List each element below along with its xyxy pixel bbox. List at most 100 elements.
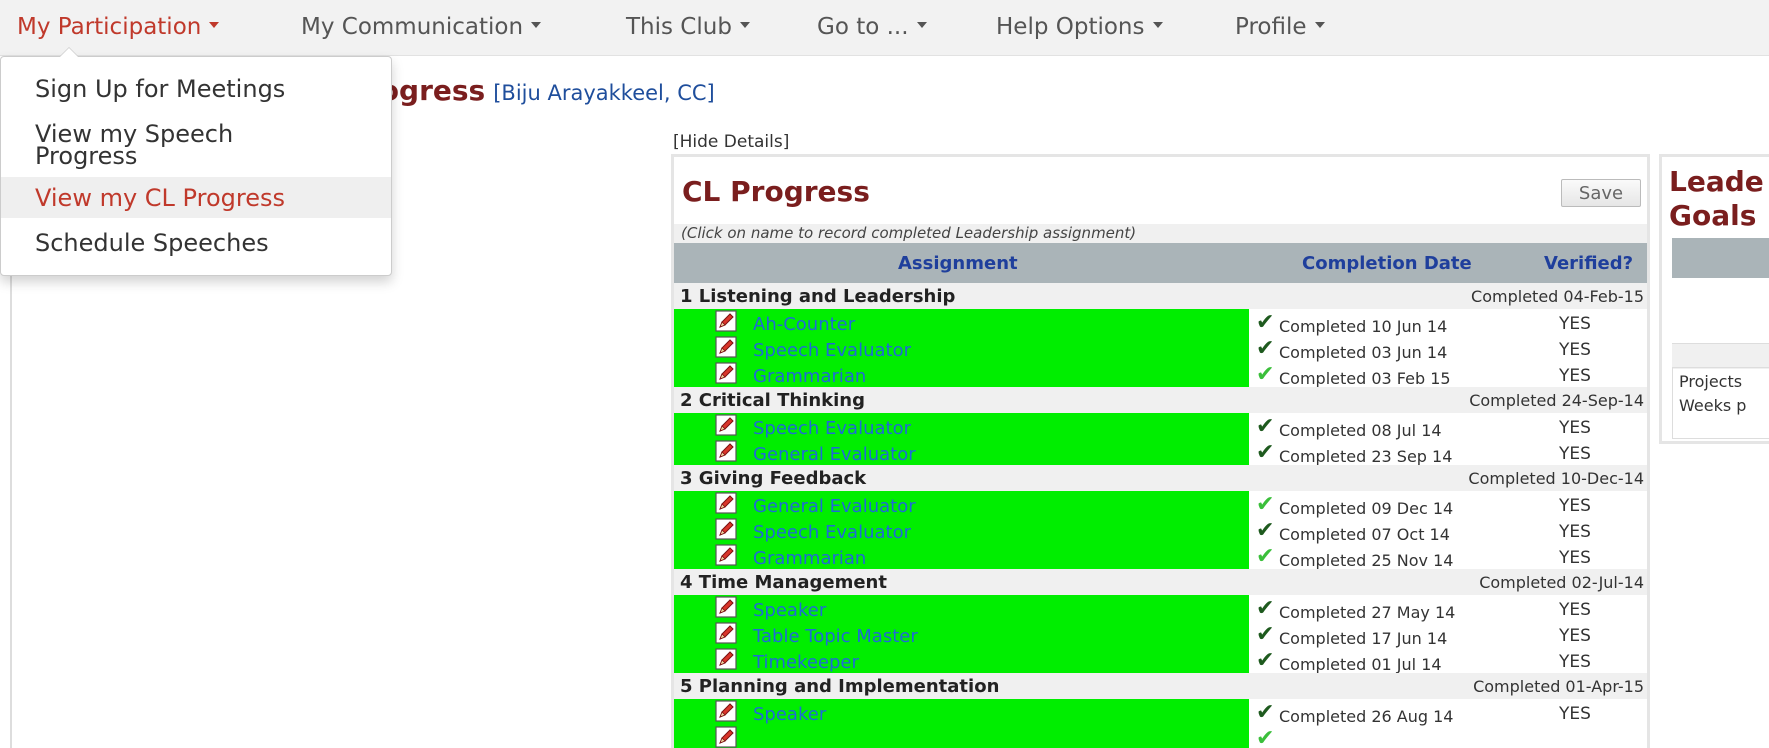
instructions-text: (Click on name to record completed Leade… — [674, 224, 1647, 243]
nav-label: Go to ... — [817, 14, 909, 40]
group-completed-date: Completed 04-Feb-15 — [1471, 287, 1644, 306]
assignment-link[interactable]: General Evaluator — [753, 496, 916, 517]
group-row: 4 Time Management Completed 02-Jul-14 — [674, 569, 1647, 595]
verified-value: YES — [1559, 522, 1591, 542]
checkmark-icon: ✔ — [1256, 414, 1275, 439]
completion-date: Completed 07 Oct 14 — [1279, 525, 1450, 544]
top-nav: My Participation My Communication This C… — [0, 0, 1769, 56]
nav-label: Help Options — [996, 14, 1145, 40]
cl-progress-panel: CL Progress Save (Click on name to recor… — [671, 154, 1650, 748]
checkmark-icon: ✔ — [1256, 700, 1275, 725]
header-verified: Verified? — [1544, 253, 1634, 274]
group-name: 5 Planning and Implementation — [680, 676, 1000, 697]
edit-pencil-icon[interactable] — [715, 310, 737, 332]
assignment-row: Speech Evaluator ✔ Completed 07 Oct 14 YES — [674, 517, 1647, 544]
caret-down-icon — [739, 21, 750, 28]
nav-help-options[interactable]: Help Options — [996, 14, 1163, 40]
edit-pencil-icon[interactable] — [715, 648, 737, 670]
leadership-header-bar — [1672, 238, 1769, 278]
edit-pencil-icon[interactable] — [715, 518, 737, 540]
assignment-row: ✔ — [674, 725, 1647, 748]
group-completed-date: Completed 24-Sep-14 — [1469, 391, 1644, 410]
caret-down-icon — [916, 21, 927, 28]
checkmark-icon: ✔ — [1256, 492, 1275, 517]
hide-details-link[interactable]: [Hide Details] — [673, 132, 789, 152]
nav-this-club[interactable]: This Club — [626, 14, 750, 40]
leadership-row-weeks: Weeks p — [1679, 396, 1747, 415]
menu-item-sign-up[interactable]: Sign Up for Meetings — [1, 77, 391, 111]
dropdown-arrow-fill — [60, 48, 78, 57]
completion-date: Completed 03 Jun 14 — [1279, 343, 1448, 362]
assignment-link[interactable]: Ah-Counter — [753, 314, 855, 335]
assignment-row: Grammarian ✔ Completed 03 Feb 15 YES — [674, 361, 1647, 388]
nav-my-participation[interactable]: My Participation — [17, 14, 220, 40]
edit-pencil-icon[interactable] — [715, 622, 737, 644]
completion-date: Completed 27 May 14 — [1279, 603, 1456, 622]
group-completed-date: Completed 10-Dec-14 — [1468, 469, 1644, 488]
edit-pencil-icon[interactable] — [715, 596, 737, 618]
menu-item-speech-progress[interactable]: View my Speech Progress — [1, 122, 321, 173]
assignment-row: Speech Evaluator ✔ Completed 08 Jul 14 YES — [674, 413, 1647, 440]
verified-value: YES — [1559, 314, 1591, 334]
assignment-link[interactable]: Speech Evaluator — [753, 522, 911, 543]
menu-item-cl-progress[interactable]: View my CL Progress — [1, 177, 391, 218]
completion-date: Completed 26 Aug 14 — [1279, 707, 1454, 726]
header-completion-date: Completion Date — [1302, 253, 1472, 274]
edit-pencil-icon[interactable] — [715, 362, 737, 384]
verified-value: YES — [1559, 366, 1591, 386]
group-row: 5 Planning and Implementation Completed 0… — [674, 673, 1647, 699]
edit-pencil-icon[interactable] — [715, 492, 737, 514]
checkmark-icon: ✔ — [1256, 310, 1275, 335]
edit-pencil-icon[interactable] — [715, 700, 737, 722]
verified-value: YES — [1559, 340, 1591, 360]
nav-label: My Participation — [17, 14, 202, 40]
group-name: 4 Time Management — [680, 572, 887, 593]
completed-highlight — [674, 725, 1249, 748]
verified-value: YES — [1559, 704, 1591, 724]
edit-pencil-icon[interactable] — [715, 726, 737, 748]
assignment-link[interactable]: Table Topic Master — [753, 626, 918, 647]
leadership-table: Projects Weeks p — [1672, 367, 1769, 439]
nav-go-to[interactable]: Go to ... — [817, 14, 927, 40]
group-row: 3 Giving Feedback Completed 10-Dec-14 — [674, 465, 1647, 491]
verified-value: YES — [1559, 548, 1591, 568]
assignment-link[interactable]: Timekeeper — [753, 652, 859, 673]
assignment-link[interactable]: Speaker — [753, 600, 826, 621]
participation-dropdown: Sign Up for Meetings View my Speech Prog… — [0, 47, 392, 276]
edit-pencil-icon[interactable] — [715, 440, 737, 462]
member-name: [Biju Arayakkeel, CC] — [493, 81, 715, 105]
assignment-row: Timekeeper ✔ Completed 01 Jul 14 YES — [674, 647, 1647, 674]
group-name: 2 Critical Thinking — [680, 390, 865, 411]
assignment-link[interactable]: Speaker — [753, 704, 826, 725]
leadership-subheader — [1672, 343, 1769, 369]
completion-date: Completed 09 Dec 14 — [1279, 499, 1454, 518]
menu-item-schedule-speeches[interactable]: Schedule Speeches — [1, 231, 391, 265]
group-completed-date: Completed 01-Apr-15 — [1473, 677, 1644, 696]
assignment-link[interactable]: Grammarian — [753, 548, 866, 569]
completion-date: Completed 10 Jun 14 — [1279, 317, 1448, 336]
checkmark-icon: ✔ — [1256, 596, 1275, 621]
assignment-row: General Evaluator ✔ Completed 23 Sep 14 YES — [674, 439, 1647, 466]
verified-value: YES — [1559, 600, 1591, 620]
assignment-link[interactable]: Speech Evaluator — [753, 418, 911, 439]
nav-my-communication[interactable]: My Communication — [301, 14, 542, 40]
completion-date: Completed 25 Nov 14 — [1279, 551, 1454, 570]
checkmark-icon: ✔ — [1256, 648, 1275, 673]
assignment-link[interactable]: Speech Evaluator — [753, 340, 911, 361]
caret-down-icon — [531, 21, 542, 28]
page-title: rogress [Biju Arayakkeel, CC] — [366, 74, 715, 107]
verified-value: YES — [1559, 496, 1591, 516]
edit-pencil-icon[interactable] — [715, 336, 737, 358]
completion-date: Completed 08 Jul 14 — [1279, 421, 1442, 440]
completion-date: Completed 03 Feb 15 — [1279, 369, 1451, 388]
verified-value: YES — [1559, 652, 1591, 672]
save-button[interactable]: Save — [1561, 179, 1641, 207]
assignment-row: Speaker ✔ Completed 27 May 14 YES — [674, 595, 1647, 622]
completion-date: Completed 17 Jun 14 — [1279, 629, 1448, 648]
edit-pencil-icon[interactable] — [715, 414, 737, 436]
assignment-link[interactable]: General Evaluator — [753, 444, 916, 465]
assignment-link[interactable]: Grammarian — [753, 366, 866, 387]
nav-profile[interactable]: Profile — [1235, 14, 1325, 40]
edit-pencil-icon[interactable] — [715, 544, 737, 566]
assignment-row: General Evaluator ✔ Completed 09 Dec 14 YES — [674, 491, 1647, 518]
